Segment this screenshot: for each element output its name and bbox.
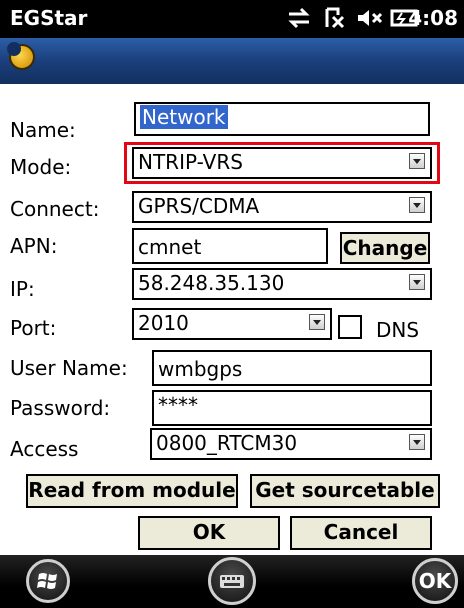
read-from-module-button[interactable]: Read from module [26, 474, 238, 508]
ip-select[interactable]: 58.248.35.130 [132, 268, 432, 300]
ip-value: 58.248.35.130 [138, 271, 285, 295]
name-value: Network [140, 105, 228, 129]
connect-select[interactable]: GPRS/CDMA [132, 191, 432, 223]
chevron-down-icon[interactable] [409, 434, 425, 450]
apn-label: APN: [10, 234, 58, 258]
connect-value: GPRS/CDMA [138, 194, 260, 218]
user-name-label: User Name: [10, 356, 128, 380]
password-value: **** [158, 393, 198, 417]
user-name-value: wmbgps [158, 357, 243, 381]
password-input[interactable]: **** [152, 390, 432, 426]
ok-softkey[interactable]: OK [412, 558, 458, 604]
name-input[interactable]: Network [134, 102, 430, 136]
dns-label: DNS [376, 318, 420, 342]
connect-label: Connect: [10, 197, 100, 221]
dns-checkbox[interactable] [338, 315, 362, 339]
start-orb-icon[interactable] [7, 42, 35, 70]
ok-softkey-label: OK [418, 569, 452, 593]
access-value: 0800_RTCM30 [156, 431, 298, 455]
access-select[interactable]: 0800_RTCM30 [150, 428, 432, 460]
data-transfer-icon [288, 7, 310, 29]
signal-off-icon [325, 7, 345, 29]
mode-label: Mode: [10, 155, 72, 179]
app-title-bar [0, 38, 464, 84]
get-sourcetable-button[interactable]: Get sourcetable [250, 474, 440, 508]
mode-highlight-box [124, 142, 440, 184]
cancel-button[interactable]: Cancel [290, 516, 432, 550]
ip-label: IP: [10, 277, 35, 301]
ok-button[interactable]: OK [138, 516, 280, 550]
status-bar: EGStar 4:08 [0, 0, 464, 38]
password-label: Password: [10, 396, 111, 420]
change-button[interactable]: Change [340, 232, 430, 264]
apn-value: cmnet [138, 235, 202, 259]
chevron-down-icon[interactable] [409, 197, 425, 213]
chevron-down-icon[interactable] [309, 314, 325, 330]
windows-start-icon[interactable] [26, 559, 70, 603]
access-label: Access [10, 437, 79, 461]
chevron-down-icon[interactable] [409, 274, 425, 290]
apn-input[interactable]: cmnet [132, 228, 328, 264]
keyboard-icon[interactable] [208, 557, 256, 605]
port-select[interactable]: 2010 [132, 308, 332, 340]
speaker-muted-icon [358, 10, 383, 26]
user-name-input[interactable]: wmbgps [152, 350, 432, 386]
port-label: Port: [10, 316, 57, 340]
app-title: EGStar [10, 6, 88, 30]
clock-time: 4:08 [408, 6, 458, 30]
name-label: Name: [10, 118, 76, 142]
port-value: 2010 [138, 311, 189, 335]
soft-key-bar: OK [0, 555, 464, 608]
